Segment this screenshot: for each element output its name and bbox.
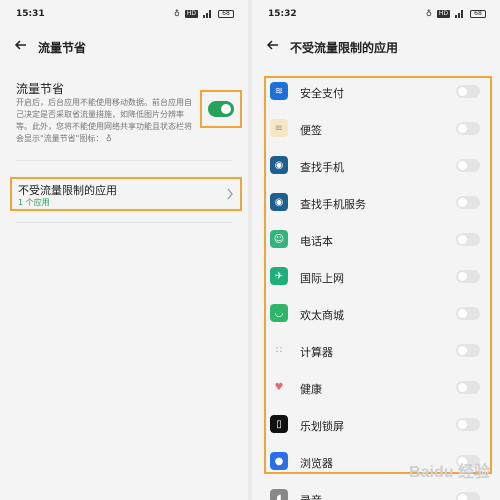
app-name: 查找手机服务 <box>300 198 366 211</box>
back-arrow-icon[interactable] <box>14 38 28 52</box>
airplane-app-icon: ✈ <box>270 267 288 285</box>
shield-app-icon: ≋ <box>270 82 288 100</box>
browser-app-icon: ● <box>270 452 288 470</box>
app-name: 查找手机 <box>300 161 344 174</box>
contacts-app-icon: ☺ <box>270 230 288 248</box>
app-row[interactable]: ▯ 乐划锁屏 <box>266 407 488 444</box>
app-row[interactable]: ◉ 查找手机 <box>266 148 488 185</box>
app-toggle[interactable] <box>456 381 480 394</box>
status-bar: 15:31 ♁ HD 68 <box>0 8 248 22</box>
divider <box>16 160 232 161</box>
find-phone-app-icon: ◉ <box>270 156 288 174</box>
recorder-app-icon: ◖ <box>270 489 288 500</box>
app-name: 便签 <box>300 124 322 137</box>
battery-icon: 68 <box>470 9 486 18</box>
page-title: 不受流量限制的应用 <box>290 41 399 55</box>
app-name: 欢太商城 <box>300 309 344 322</box>
app-row[interactable]: ∷ 计算器 <box>266 333 488 370</box>
app-name: 国际上网 <box>300 272 344 285</box>
unrestricted-apps-title: 不受流量限制的应用 <box>18 184 117 197</box>
status-time: 15:31 <box>16 9 45 19</box>
battery-icon: 68 <box>218 9 234 18</box>
data-saver-status-icon: ♁ <box>174 9 180 18</box>
data-saver-toggle[interactable] <box>208 101 234 117</box>
signal-icon <box>455 9 465 18</box>
hd-icon: HD <box>184 9 198 18</box>
find-phone-service-app-icon: ◉ <box>270 193 288 211</box>
app-name: 浏览器 <box>300 457 333 470</box>
data-saver-inline-icon: ♁ <box>105 134 112 143</box>
page-title: 流量节省 <box>38 41 87 55</box>
app-name: 乐划锁屏 <box>300 420 344 433</box>
app-toggle[interactable] <box>456 418 480 431</box>
app-row[interactable]: ◖ 录音 <box>266 481 488 500</box>
watermark: Baidu 经验 <box>409 464 490 481</box>
app-toggle[interactable] <box>456 233 480 246</box>
app-row[interactable]: ✈ 国际上网 <box>266 259 488 296</box>
app-bar: 流量节省 <box>0 36 248 58</box>
chevron-right-icon <box>227 188 233 200</box>
app-bar: 不受流量限制的应用 <box>252 36 500 58</box>
notes-app-icon: ≡ <box>270 119 288 137</box>
app-row[interactable]: ≋ 安全支付 <box>266 74 488 111</box>
data-saver-screen: 15:31 ♁ HD 68 流量节省 流量节省 开启后，后台应用不能使用移动数据… <box>0 0 248 500</box>
app-toggle[interactable] <box>456 122 480 135</box>
data-saver-description: 开启后，后台应用不能使用移动数据。前台应用自己决定是否采取省流量措施，如降低图片… <box>16 98 192 143</box>
app-row[interactable]: ♥ 健康 <box>266 370 488 407</box>
app-toggle[interactable] <box>456 270 480 283</box>
app-name: 计算器 <box>300 346 333 359</box>
app-toggle[interactable] <box>456 492 480 500</box>
app-row[interactable]: ◡ 欢太商城 <box>266 296 488 333</box>
app-row[interactable]: ◉ 查找手机服务 <box>266 185 488 222</box>
app-name: 安全支付 <box>300 87 344 100</box>
unrestricted-apps-count: 1 个应用 <box>18 198 50 207</box>
health-app-icon: ♥ <box>270 378 288 396</box>
store-app-icon: ◡ <box>270 304 288 322</box>
app-row[interactable]: ☺ 电话本 <box>266 222 488 259</box>
data-saver-label: 流量节省 <box>16 82 65 96</box>
divider <box>16 222 232 223</box>
app-name: 健康 <box>300 383 322 396</box>
calculator-app-icon: ∷ <box>270 341 288 359</box>
app-toggle[interactable] <box>456 196 480 209</box>
app-toggle[interactable] <box>456 344 480 357</box>
status-bar: 15:32 ♁ HD 68 <box>252 8 500 22</box>
signal-icon <box>203 9 213 18</box>
back-arrow-icon[interactable] <box>266 38 280 52</box>
unrestricted-apps-screen: 15:32 ♁ HD 68 不受流量限制的应用 ≋ 安全支付 ≡ 便签 ◉ 查找手机 ◉ 查找… <box>252 0 500 500</box>
hd-icon: HD <box>436 9 450 18</box>
app-name: 电话本 <box>300 235 333 248</box>
app-toggle[interactable] <box>456 85 480 98</box>
app-row[interactable]: ≡ 便签 <box>266 111 488 148</box>
app-toggle[interactable] <box>456 307 480 320</box>
app-name: 录音 <box>300 492 322 500</box>
data-saver-status-icon: ♁ <box>426 9 432 18</box>
unrestricted-apps-row[interactable]: 不受流量限制的应用 1 个应用 <box>10 177 242 211</box>
app-toggle[interactable] <box>456 159 480 172</box>
lockscreen-app-icon: ▯ <box>270 415 288 433</box>
status-time: 15:32 <box>268 9 297 19</box>
